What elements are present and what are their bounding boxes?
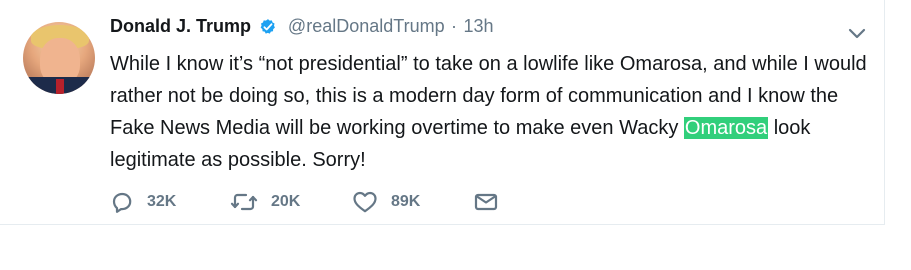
reply-count: 32K xyxy=(147,193,177,210)
separator-dot: · xyxy=(451,16,458,36)
highlighted-word: Omarosa xyxy=(683,117,769,139)
like-count: 89K xyxy=(391,193,421,210)
retweet-button[interactable]: 20K xyxy=(230,190,300,214)
avatar-tie xyxy=(56,79,64,94)
verified-badge-icon xyxy=(261,18,276,34)
chevron-down-icon[interactable] xyxy=(847,23,867,43)
tweet-text: While I know it’s “not presidential” to … xyxy=(110,48,870,176)
tweet-header: Donald J. Trump @realDonaldTrump · 13h xyxy=(110,16,494,40)
tweet-actions: 32K 20K 89K xyxy=(110,190,530,214)
tweet-time[interactable]: 13h xyxy=(464,16,494,36)
reply-button[interactable]: 32K xyxy=(110,190,176,214)
heart-icon[interactable] xyxy=(352,190,378,214)
mail-icon[interactable] xyxy=(473,190,499,214)
avatar[interactable] xyxy=(23,22,95,94)
author-handle[interactable]: @realDonaldTrump xyxy=(288,16,445,36)
reply-icon[interactable] xyxy=(110,190,134,214)
like-button[interactable]: 89K xyxy=(352,190,420,214)
author-name[interactable]: Donald J. Trump xyxy=(110,16,251,36)
direct-message-button[interactable] xyxy=(473,190,499,214)
tweet-card: Donald J. Trump @realDonaldTrump · 13h W… xyxy=(0,0,885,225)
retweet-count: 20K xyxy=(271,193,301,210)
retweet-icon[interactable] xyxy=(230,190,258,214)
